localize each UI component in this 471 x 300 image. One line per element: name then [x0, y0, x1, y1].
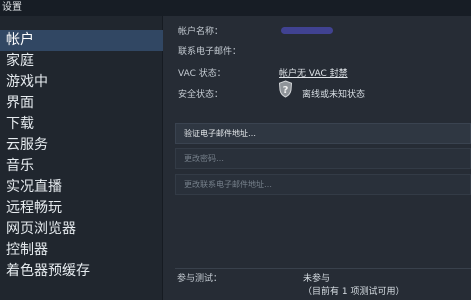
sidebar-item-downloads[interactable]: 下载: [0, 114, 163, 135]
steam-guard-unknown-icon: ?: [278, 80, 293, 98]
change-contact-email-button[interactable]: 更改联系电子邮件地址…: [175, 174, 471, 195]
verify-email-button[interactable]: 验证电子邮件地址…: [175, 123, 471, 144]
security-status-value: 离线或未知状态: [302, 90, 366, 100]
change-password-button[interactable]: 更改密码…: [175, 148, 471, 169]
sidebar-item-web-browser[interactable]: 网页浏览器: [0, 219, 163, 240]
security-status-label: 安全状态：: [178, 90, 224, 100]
window-title: 设置: [0, 0, 471, 16]
sidebar-item-account[interactable]: 帐户: [0, 30, 163, 51]
sidebar-item-music[interactable]: 音乐: [0, 156, 163, 177]
sidebar-item-interface[interactable]: 界面: [0, 93, 163, 114]
account-settings-panel: 帐户名称： 联系电子邮件： VAC 状态： 帐户无 VAC 封禁 安全状态： ?…: [163, 16, 471, 300]
vac-status-link[interactable]: 帐户无 VAC 封禁: [279, 66, 348, 79]
beta-participation-label: 参与测试：: [177, 274, 223, 284]
settings-sidebar: 帐户 家庭 游戏中 界面 下载 云服务 音乐 实况直播 远程畅玩 网页浏览器 控…: [0, 16, 163, 300]
beta-participation-value[interactable]: 未参与: [303, 271, 330, 284]
sidebar-item-shader-cache[interactable]: 着色器预缓存: [0, 261, 163, 282]
contact-email-label: 联系电子邮件：: [178, 47, 242, 57]
account-name-value-redacted: [281, 27, 333, 34]
sidebar-item-in-game[interactable]: 游戏中: [0, 72, 163, 93]
sidebar-item-family[interactable]: 家庭: [0, 51, 163, 72]
settings-window: 设置 帐户 家庭 游戏中 界面 下载 云服务 音乐 实况直播 远程畅玩 网页浏览…: [0, 0, 471, 300]
sidebar-item-controller[interactable]: 控制器: [0, 240, 163, 261]
section-divider: [175, 268, 471, 269]
vac-status-label: VAC 状态：: [178, 69, 226, 79]
sidebar-item-broadcast[interactable]: 实况直播: [0, 177, 163, 198]
sidebar-item-cloud[interactable]: 云服务: [0, 135, 163, 156]
svg-text:?: ?: [283, 85, 289, 96]
account-name-label: 帐户名称：: [178, 27, 224, 37]
beta-available-note: （目前有 1 项测试可用）: [303, 287, 405, 297]
sidebar-item-remote-play[interactable]: 远程畅玩: [0, 198, 163, 219]
